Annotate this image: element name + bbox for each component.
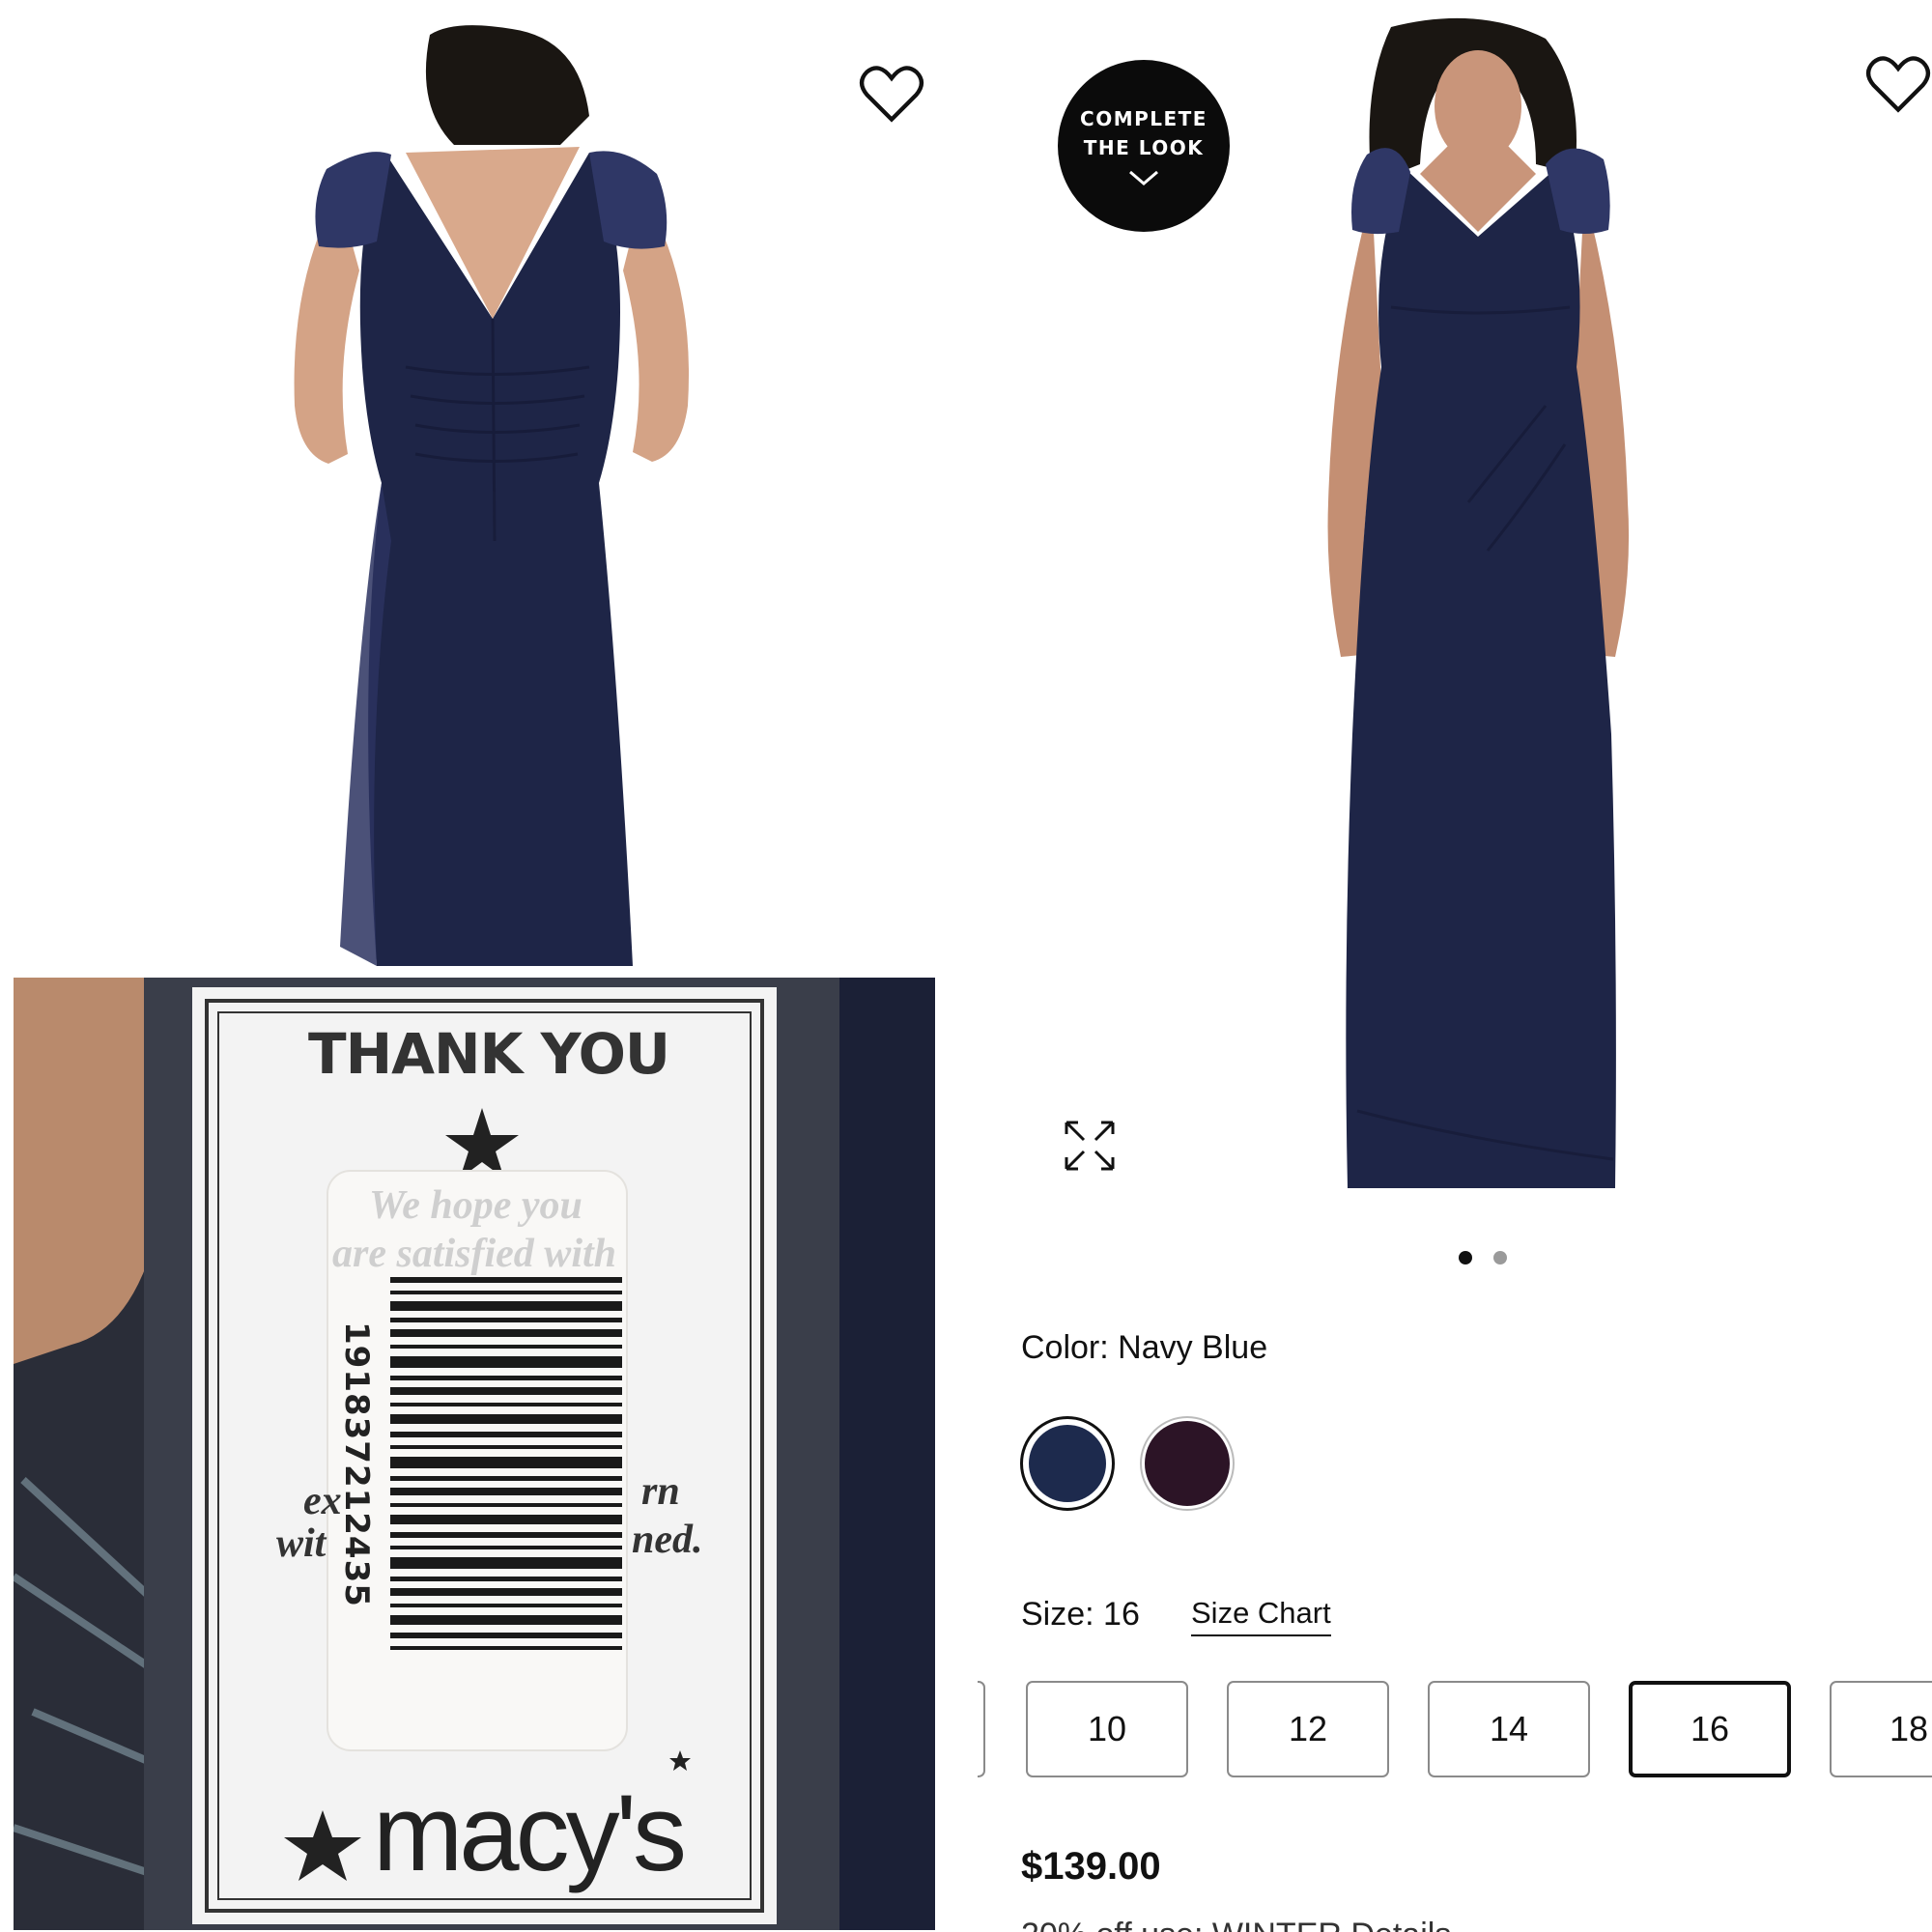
barcode-bars bbox=[390, 1277, 622, 1650]
tag-text-partial-right1: rn bbox=[641, 1469, 680, 1514]
barcode-number: 191837212435 bbox=[337, 1321, 376, 1607]
swatch-navy-fill bbox=[1029, 1425, 1106, 1502]
color-swatch-navy-blue[interactable] bbox=[1020, 1416, 1115, 1511]
price-tag-photo: THANK YOU We hope you are satisfied with… bbox=[14, 978, 935, 1930]
complete-the-look-button[interactable]: COMPLETE THE LOOK bbox=[1058, 60, 1230, 232]
tag-text-partial-right2: ned. bbox=[632, 1518, 703, 1562]
size-selector: 10 12 14 16 18 bbox=[978, 1677, 1932, 1777]
tag-heading: THANK YOU bbox=[308, 1021, 670, 1087]
carousel-dot[interactable] bbox=[1493, 1251, 1507, 1264]
expand-arrows bbox=[1065, 1121, 1115, 1171]
size-chart-link[interactable]: Size Chart bbox=[1191, 1596, 1331, 1636]
tag-text-partial-left1: ex bbox=[303, 1479, 342, 1523]
complete-look-line2: THE LOOK bbox=[1083, 136, 1205, 159]
promo-text[interactable]: 20% off use: WINTER Details bbox=[1021, 1917, 1451, 1932]
carousel-dot-active[interactable] bbox=[1459, 1251, 1472, 1264]
promo-line: 20% off use: WINTER Details bbox=[1014, 1911, 1932, 1932]
size-label: Size: 16 bbox=[1021, 1596, 1140, 1633]
macys-logo-text: macy's bbox=[373, 1773, 687, 1893]
dress-back-illustration bbox=[294, 25, 690, 966]
heart-outline bbox=[859, 66, 924, 123]
size-button-10[interactable]: 10 bbox=[1026, 1681, 1188, 1777]
tag-text-partial-left2: wit bbox=[276, 1521, 327, 1566]
favorite-heart-icon[interactable] bbox=[1864, 54, 1932, 116]
complete-look-line1: COMPLETE bbox=[1080, 107, 1208, 130]
expand-icon[interactable] bbox=[1063, 1119, 1117, 1173]
tag-faded-line1: We hope you bbox=[369, 1183, 582, 1228]
size-button-18[interactable]: 18 bbox=[1830, 1681, 1932, 1777]
color-swatch-plum[interactable] bbox=[1140, 1416, 1235, 1511]
carousel-dots bbox=[1459, 1251, 1507, 1264]
size-button-16[interactable]: 16 bbox=[1629, 1681, 1791, 1777]
size-button-partial[interactable] bbox=[978, 1681, 985, 1777]
product-image-back[interactable] bbox=[0, 0, 956, 966]
color-label: Color: Navy Blue bbox=[1021, 1329, 1268, 1366]
favorite-heart-icon[interactable] bbox=[858, 64, 925, 126]
size-button-12[interactable]: 12 bbox=[1227, 1681, 1389, 1777]
chevron-down-icon bbox=[1129, 170, 1158, 185]
product-price: $139.00 bbox=[1021, 1845, 1161, 1888]
swatch-plum-fill bbox=[1145, 1421, 1230, 1506]
heart-outline bbox=[1865, 56, 1931, 113]
size-button-14[interactable]: 14 bbox=[1428, 1681, 1590, 1777]
tag-faded-line2: are satisfied with bbox=[332, 1232, 617, 1276]
